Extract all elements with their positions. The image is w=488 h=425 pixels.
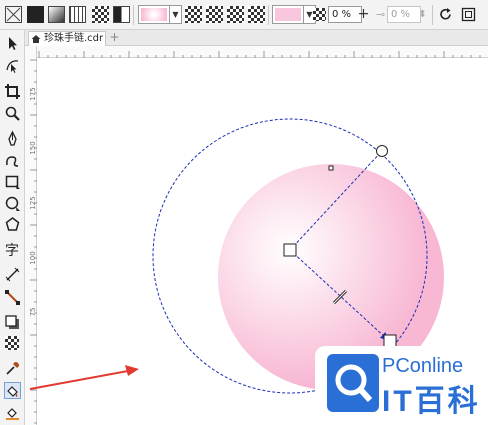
smart-fill-tool-icon[interactable] xyxy=(4,404,21,421)
fill-color-dropdown[interactable]: ▼ xyxy=(170,5,182,24)
horizontal-ruler[interactable] xyxy=(37,46,488,58)
fountain-fill-icon[interactable] xyxy=(48,6,65,23)
artistic-media-icon[interactable] xyxy=(4,152,21,169)
ruler-label: 100 xyxy=(29,251,37,265)
ellipse-tool-icon[interactable] xyxy=(4,195,21,212)
reverse-fill-icon[interactable] xyxy=(437,6,454,23)
node-color-swatch xyxy=(275,8,301,21)
text-tool-icon[interactable]: 字 xyxy=(4,241,21,258)
logo-text-itbaike: IT百科 xyxy=(382,385,481,418)
elliptical-fountain-icon[interactable] xyxy=(206,6,223,23)
fill-color-picker[interactable] xyxy=(138,5,170,24)
linear-fountain-icon[interactable] xyxy=(185,6,202,23)
separator xyxy=(432,5,433,25)
freehand-tool-icon[interactable] xyxy=(4,130,21,147)
node-color-picker[interactable] xyxy=(272,5,304,24)
property-bar: ▼ ▼ 0 % + ⊸ 0 % ⬍ xyxy=(0,0,488,30)
uniform-fill-icon[interactable] xyxy=(27,6,44,23)
separator xyxy=(133,5,134,25)
toolbox: 字 xyxy=(0,30,25,425)
document-tab-strip: 珍珠手链.cdr + xyxy=(25,30,488,46)
conical-fountain-icon[interactable] xyxy=(227,6,244,23)
fill-color-swatch xyxy=(141,8,167,21)
eyedropper-tool-icon[interactable] xyxy=(4,360,21,377)
logo-search-icon xyxy=(327,354,379,412)
transparency-icon xyxy=(313,8,326,21)
polygon-tool-icon[interactable] xyxy=(4,216,21,233)
no-fill-icon[interactable] xyxy=(5,6,22,23)
document-tab[interactable]: 珍珠手链.cdr xyxy=(28,31,106,46)
parallel-dimension-icon[interactable] xyxy=(4,266,21,283)
pattern-fill-icon[interactable] xyxy=(69,6,86,23)
separator xyxy=(268,5,269,25)
horizontal-ruler-ticks xyxy=(38,51,481,58)
stepper-plus[interactable]: + xyxy=(355,6,372,23)
ruler-label: 150 xyxy=(29,141,37,155)
svg-text:字: 字 xyxy=(5,243,19,258)
ruler-label: 125 xyxy=(29,196,37,210)
gradient-start-node[interactable] xyxy=(283,243,297,257)
gradient-angle-handle[interactable] xyxy=(376,145,388,157)
crop-tool-icon[interactable] xyxy=(4,83,21,100)
postscript-fill-icon[interactable] xyxy=(113,6,130,23)
texture-fill-icon[interactable] xyxy=(92,6,109,23)
transparency-tool-icon[interactable] xyxy=(5,336,19,350)
position-spin-icon[interactable]: ⬍ xyxy=(414,6,431,23)
interactive-fill-tool-icon[interactable] xyxy=(4,382,21,399)
vertical-ruler[interactable]: 175 150 125 100 75 xyxy=(25,46,37,425)
vertical-ruler-ticks xyxy=(30,59,37,424)
new-tab-button[interactable]: + xyxy=(108,31,121,44)
free-scale-icon[interactable] xyxy=(460,6,477,23)
rectangle-tool-icon[interactable] xyxy=(4,173,21,190)
ruler-label: 175 xyxy=(29,87,37,101)
shape-tool-icon[interactable] xyxy=(4,57,21,74)
connector-tool-icon[interactable] xyxy=(4,289,21,306)
zoom-tool-icon[interactable] xyxy=(4,105,21,122)
ruler-label: 75 xyxy=(29,307,37,317)
logo-text-pconline: PConline xyxy=(382,355,464,377)
object-center-marker xyxy=(328,165,334,171)
pick-tool-icon[interactable] xyxy=(4,35,21,52)
document-tab-label: 珍珠手链.cdr xyxy=(44,33,104,44)
rectangular-fountain-icon[interactable] xyxy=(248,6,265,23)
pconline-logo: PConline IT百科 xyxy=(315,346,485,422)
drop-shadow-icon[interactable] xyxy=(4,314,21,331)
